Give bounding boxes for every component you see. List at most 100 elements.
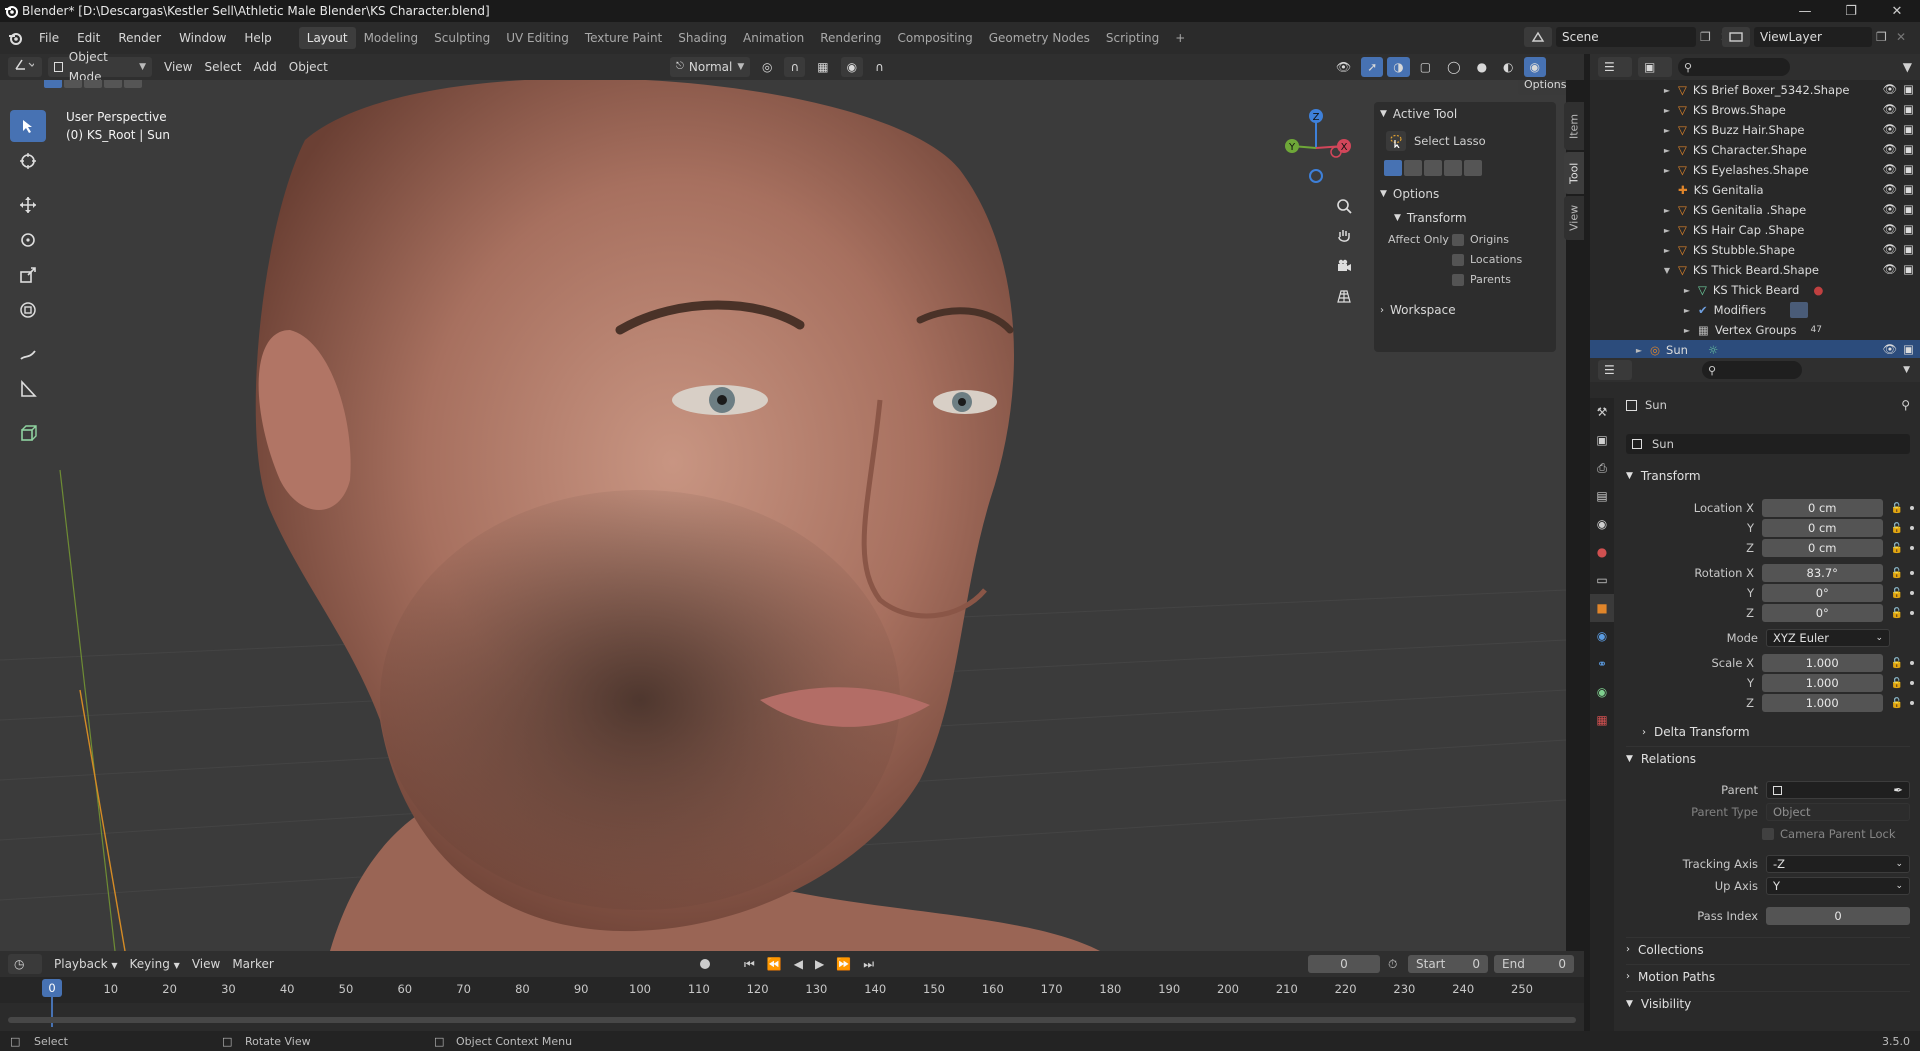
texture-properties-icon[interactable]: ▦: [1590, 706, 1614, 734]
object-name-field[interactable]: Sun: [1626, 434, 1910, 454]
camera-icon[interactable]: ▣: [1903, 122, 1914, 136]
eye-icon[interactable]: 👁: [1883, 142, 1898, 156]
location-x-field[interactable]: 0 cm: [1761, 499, 1883, 517]
cursor-tool-icon[interactable]: [10, 145, 46, 177]
remove-view-layer-icon[interactable]: ✕: [1896, 30, 1910, 44]
eye-icon[interactable]: 👁: [1883, 162, 1898, 176]
tab-layout[interactable]: Layout: [298, 27, 356, 49]
outliner-row[interactable]: ► ▽ KS Stubble.Shape 👁 ▣: [1590, 240, 1920, 260]
origins-checkbox[interactable]: Origins: [1452, 230, 1522, 250]
3d-viewport[interactable]: Options User Perspective (0) KS_Root | S…: [0, 80, 1566, 951]
camera-icon[interactable]: ▣: [1903, 222, 1914, 236]
options-dropdown[interactable]: Options: [1518, 80, 1566, 95]
mode-dropdown[interactable]: Object Mode ▼: [48, 50, 152, 84]
view-layer-icon[interactable]: [1722, 27, 1750, 47]
playback-menu[interactable]: Playback ▼: [48, 954, 124, 974]
outliner-row[interactable]: ► ▦ Vertex Groups 47: [1590, 320, 1920, 340]
add-workspace-button[interactable]: +: [1167, 27, 1193, 49]
keyframe-dot-icon[interactable]: [1910, 591, 1914, 595]
outliner-row[interactable]: ► ✔ Modifiers: [1590, 300, 1920, 320]
pan-hand-icon[interactable]: [1330, 222, 1358, 250]
new-view-layer-icon[interactable]: ❐: [1876, 30, 1892, 44]
outliner-row[interactable]: ► ▽ KS Brief Boxer_5342.Shape 👁 ▣: [1590, 80, 1920, 100]
parent-type-dropdown[interactable]: Object: [1766, 803, 1910, 821]
rotation-z-field[interactable]: 0°: [1761, 604, 1883, 622]
workspace-header[interactable]: › Workspace: [1374, 298, 1556, 322]
close-icon[interactable]: ✕: [1874, 0, 1920, 22]
tracking-axis-dropdown[interactable]: -Z ⌄: [1766, 855, 1910, 873]
select-tool-icon[interactable]: [10, 110, 46, 142]
keyframe-dot-icon[interactable]: [1910, 571, 1914, 575]
outliner-row[interactable]: ► ▽ KS Thick Beard ●: [1590, 280, 1920, 300]
rotation-mode-dropdown[interactable]: XYZ Euler ⌄: [1766, 629, 1890, 647]
new-scene-icon[interactable]: ❐: [1700, 30, 1716, 44]
scene-properties-icon[interactable]: ◉: [1590, 510, 1614, 538]
tab-geometry-nodes[interactable]: Geometry Nodes: [981, 27, 1098, 49]
rotation-x-field[interactable]: 83.7°: [1761, 564, 1883, 582]
scene-icon[interactable]: [1524, 27, 1552, 47]
row-visibility[interactable]: 👁 ▣: [1883, 142, 1914, 156]
eye-icon[interactable]: 👁: [1883, 82, 1898, 96]
falloff-icon[interactable]: ∩: [869, 57, 890, 77]
start-frame-field[interactable]: Start 0: [1408, 955, 1488, 973]
lock-icon[interactable]: 🔓: [1891, 523, 1905, 534]
transform-options-header[interactable]: ▼ Transform: [1374, 206, 1556, 230]
camera-icon[interactable]: ▣: [1903, 102, 1914, 116]
eye-icon[interactable]: 👁: [1883, 342, 1898, 356]
camera-icon[interactable]: ▣: [1903, 142, 1914, 156]
menu-help[interactable]: Help: [235, 27, 280, 49]
motion-paths-section[interactable]: › Motion Paths: [1626, 964, 1910, 988]
ortho-grid-icon[interactable]: [1330, 282, 1358, 310]
rotate-tool-icon[interactable]: [10, 224, 46, 256]
outliner-row[interactable]: ► ▽ KS Genitalia .Shape 👁 ▣: [1590, 200, 1920, 220]
overlay-toggle-icon[interactable]: ◑: [1387, 57, 1410, 77]
keying-menu[interactable]: Keying ▼: [124, 954, 186, 974]
select-intersect-icon[interactable]: [124, 80, 142, 88]
tool-properties-icon[interactable]: ⚒: [1590, 398, 1614, 426]
keyframe-dot-icon[interactable]: [1910, 661, 1914, 665]
camera-icon[interactable]: ▣: [1903, 342, 1914, 356]
transform-tool-icon[interactable]: [10, 294, 46, 326]
view-layer-properties-icon[interactable]: ▤: [1590, 482, 1614, 510]
physics-properties-icon[interactable]: ◉: [1590, 622, 1614, 650]
tab-compositing[interactable]: Compositing: [889, 27, 980, 49]
eye-icon[interactable]: 👁: [1883, 242, 1898, 256]
snap-icon[interactable]: ∩: [784, 57, 806, 77]
chevron-down-icon[interactable]: ▼: [1903, 365, 1910, 375]
gizmo-toggle-icon[interactable]: ➚: [1361, 57, 1384, 77]
outliner-search-input[interactable]: ⚲: [1678, 58, 1790, 76]
eye-icon[interactable]: 👁: [1883, 262, 1898, 276]
scale-x-field[interactable]: 1.000: [1761, 654, 1883, 672]
annotate-tool-icon[interactable]: [10, 338, 46, 370]
row-visibility[interactable]: 👁 ▣: [1883, 122, 1914, 136]
tab-animation[interactable]: Animation: [735, 27, 812, 49]
active-tool-header[interactable]: ▼ Active Tool: [1374, 102, 1556, 126]
end-frame-field[interactable]: End 0: [1494, 955, 1574, 973]
camera-icon[interactable]: ▣: [1903, 82, 1914, 96]
visibility-filter-icon[interactable]: 👁: [1330, 57, 1357, 77]
parents-checkbox[interactable]: Parents: [1452, 270, 1522, 290]
display-mode-icon[interactable]: ▣: [1638, 57, 1672, 77]
editor-type-icon[interactable]: [8, 57, 42, 77]
keyframe-dot-icon[interactable]: [1910, 506, 1914, 510]
tab-view[interactable]: View: [1564, 196, 1584, 240]
row-visibility[interactable]: 👁 ▣: [1883, 182, 1914, 196]
camera-icon[interactable]: ▣: [1903, 182, 1914, 196]
tab-tool[interactable]: Tool: [1564, 152, 1584, 194]
world-properties-icon[interactable]: ●: [1590, 538, 1614, 566]
outliner-row[interactable]: ► ▽ KS Character.Shape 👁 ▣: [1590, 140, 1920, 160]
row-visibility[interactable]: 👁 ▣: [1883, 102, 1914, 116]
outliner-row-selected[interactable]: ► ◎ Sun ☼ 👁 ▣: [1590, 340, 1920, 360]
tab-sculpting[interactable]: Sculpting: [426, 27, 498, 49]
camera-view-icon[interactable]: [1330, 252, 1358, 280]
outliner-row[interactable]: ► ▽ KS Hair Cap .Shape 👁 ▣: [1590, 220, 1920, 240]
select-invert-icon[interactable]: [104, 80, 122, 88]
menu-render[interactable]: Render: [109, 27, 170, 49]
prev-keyframe-icon[interactable]: ⏪: [767, 957, 782, 971]
tab-texture-paint[interactable]: Texture Paint: [577, 27, 670, 49]
lasso-new-icon[interactable]: [1384, 160, 1402, 176]
record-icon[interactable]: [700, 959, 710, 969]
zoom-icon[interactable]: [1330, 192, 1358, 220]
orientation-dropdown[interactable]: ⎋ Normal ▼: [670, 57, 751, 77]
camera-parent-lock-row[interactable]: Camera Parent Lock: [1762, 824, 1920, 844]
